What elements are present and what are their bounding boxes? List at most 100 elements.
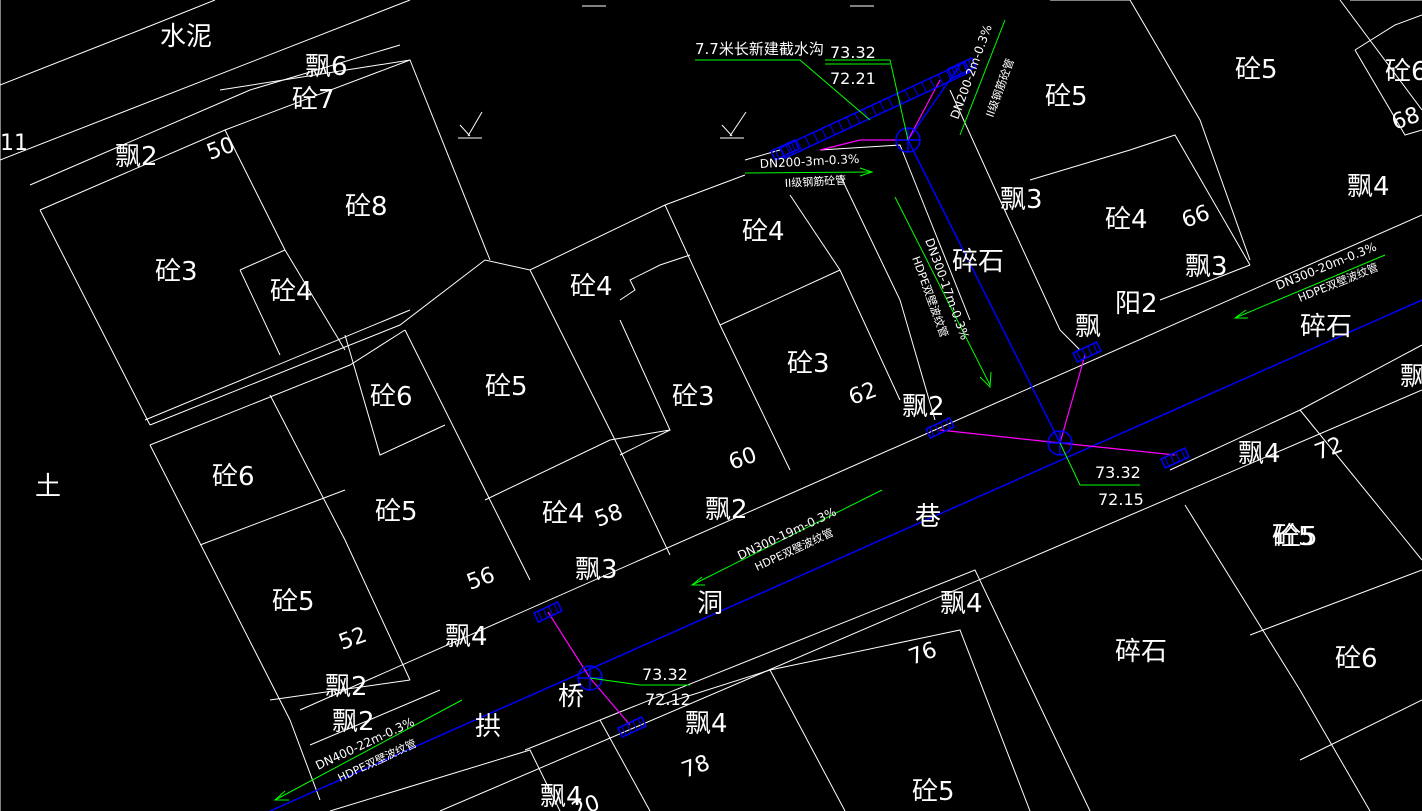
parcel-label: 砼5: [485, 372, 528, 402]
parcel-label: 飘3: [575, 555, 618, 585]
parcel-label: 桥: [558, 682, 584, 712]
elevation-top: 73.32: [642, 665, 688, 684]
parcel-label: 砼5: [375, 497, 418, 527]
parcel-label: 11: [0, 131, 28, 156]
parcel-label: 飘4: [1347, 172, 1390, 202]
parcel-line: [149, 174, 746, 426]
parcel-label: 碎石: [952, 247, 1004, 277]
elevation-top: 73.32: [830, 43, 876, 62]
parcel-label: 砼6: [1335, 644, 1378, 674]
parcel-labels: 水泥飘6砼7飘2 50砼8砼3砼4 砼4砼5砼6砼5砼3砼3砼46260砼6砼5砼4…: [0, 22, 1422, 811]
parcel-label: 飘3: [1000, 185, 1043, 215]
hatch-line: [929, 78, 936, 89]
parcel-label: 58: [592, 500, 627, 533]
parcel-label: 拱: [475, 712, 501, 742]
parcel-label: 62: [846, 378, 881, 411]
parcel-line: [484, 429, 671, 501]
parcel-label: 飘4: [685, 709, 728, 739]
parcel-label: 砼3: [672, 382, 715, 412]
hatch-line: [921, 81, 927, 93]
parcel-label: 砼4: [270, 277, 313, 307]
pipe-material: II级钢筋砼管: [983, 56, 1017, 119]
parcel-label: 飘2: [705, 495, 748, 525]
pipe-spec: DN200-3m-0.3%: [759, 152, 859, 171]
parcel-label: 52: [336, 623, 371, 656]
parcel-label: 60: [726, 443, 761, 476]
hatched-rectangle-icon: [617, 715, 647, 739]
hatch-line: [904, 89, 911, 101]
parcel-line: [619, 254, 691, 301]
parcel-label: 砼4: [542, 499, 585, 529]
parcel-label: 砼7: [292, 85, 335, 115]
parcel-label: 砼6: [212, 462, 255, 492]
pipe-material: II级钢筋砼管: [784, 173, 846, 190]
vegetation-symbol-icon: [458, 111, 483, 139]
parcel-label: 阳2: [1115, 289, 1158, 319]
hatch-line: [887, 97, 894, 108]
hatch-line: [912, 85, 919, 97]
parcel-label: 碎石: [1300, 312, 1352, 342]
parcel-line: [239, 249, 286, 271]
parcel-line: [224, 129, 346, 351]
parcel-label: 巷: [915, 502, 941, 532]
parcel-label: 飘4: [940, 589, 983, 619]
parcel-label: 飘: [1075, 312, 1101, 342]
hatch-line: [829, 124, 836, 136]
main-pipe: [269, 299, 1422, 811]
parcel-line: [619, 319, 671, 456]
parcel-label: 砼5: [1045, 82, 1088, 112]
parcel-label: 飘4: [1238, 439, 1281, 469]
parcel-label: 56: [464, 563, 499, 596]
connector: [1059, 354, 1086, 444]
parcel-label: 砼8: [345, 192, 388, 222]
parcel-label: 砼5: [1235, 55, 1278, 85]
vegetation: [458, 5, 874, 139]
hatch-line: [871, 105, 878, 116]
parcel-line: [1299, 409, 1422, 561]
parcel-label: 砼5: [272, 587, 315, 617]
parcel-label: 68: [1389, 103, 1422, 136]
parcel-label: 碎石: [1115, 637, 1167, 667]
parcel-line: [1169, 344, 1422, 471]
manholes: [577, 127, 1073, 691]
hatch-line: [812, 132, 819, 143]
parcel-label: 飘2: [325, 672, 368, 702]
parcel-line: [1029, 134, 1251, 266]
elevation-bottom: 72.15: [1098, 490, 1144, 509]
parcel-label: 78: [679, 751, 714, 784]
parcel-label: 洞: [697, 589, 723, 619]
hatch-line: [846, 116, 853, 128]
elevation-top: 73.32: [1095, 463, 1141, 482]
parcel-label: 66: [1179, 201, 1214, 234]
hatch-line: [854, 112, 861, 124]
parcel-label: 砼6: [1385, 57, 1422, 87]
parcel-label: 砼4: [1105, 205, 1148, 235]
parcel-label: 飘3: [1185, 252, 1228, 282]
hatch-line: [837, 120, 844, 132]
hatch-line: [804, 136, 811, 147]
connector: [589, 677, 631, 726]
parcel-label: 飘2: [115, 142, 158, 172]
parcel-label: 砼4: [570, 272, 613, 302]
hatched-rectangle-icon: [1160, 446, 1190, 470]
parcel-label: 76: [906, 638, 941, 671]
parcel-line: [1299, 699, 1422, 761]
parcel-line: [149, 329, 406, 446]
elevation-bottom: 72.21: [830, 69, 876, 88]
parcel-label: 水泥: [160, 22, 212, 52]
parcel-label: 砼3: [155, 257, 198, 287]
parcel-line: [199, 489, 346, 546]
elevation-bottom: 72.12: [645, 690, 691, 709]
parcel-label: 砼5: [1275, 522, 1318, 552]
parcel-label: 砼4: [742, 217, 785, 247]
parcel-line: [404, 329, 531, 581]
parcel-label: 砼5: [912, 777, 955, 807]
parcel-line: [1354, 14, 1422, 51]
parcel-line: [219, 59, 491, 261]
parcel-label: 飘2: [332, 707, 375, 737]
cad-drainage-plan: 水泥飘6砼7飘2 50砼8砼3砼4 砼4砼5砼6砼5砼3砼3砼46260砼6砼5砼4…: [0, 0, 1422, 811]
connector: [939, 429, 1061, 444]
parcel-label: 飘6: [305, 52, 348, 82]
parcel-label: 飘2: [902, 392, 945, 422]
parcel-label: 土: [35, 472, 61, 502]
